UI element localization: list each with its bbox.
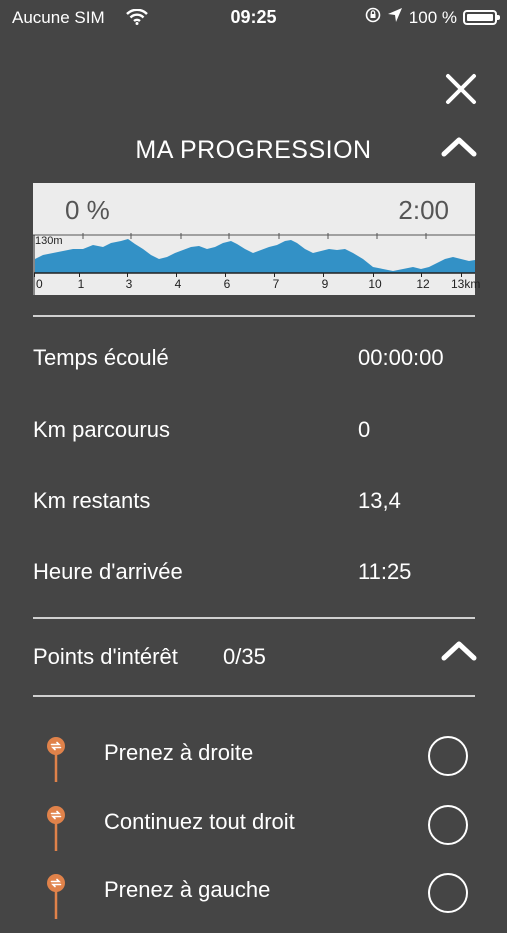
- km-remaining-value: 13,4: [358, 488, 401, 513]
- page-title: MA PROGRESSION: [135, 136, 372, 164]
- list-item[interactable]: Prenez à droite: [0, 736, 507, 796]
- x-tick-label: 0: [36, 277, 43, 291]
- x-tick-label: 9: [321, 277, 329, 291]
- x-tick-label: 4: [174, 277, 182, 291]
- x-axis-ticks: 0 1 3 4 6 7 9 10 12 13km: [33, 273, 480, 295]
- km-done-label: Km parcourus: [33, 417, 170, 442]
- poi-checkbox[interactable]: [428, 873, 468, 913]
- top-ticks: [82, 233, 427, 239]
- poi-label: Prenez à gauche: [104, 877, 271, 902]
- elevation-area: [35, 239, 475, 273]
- location-arrow-icon: [387, 7, 403, 28]
- arrival-time-value: 11:25: [358, 559, 412, 584]
- map-pin-icon: [47, 806, 65, 851]
- poi-checkbox[interactable]: [428, 805, 468, 845]
- km-done-value: 0: [358, 417, 371, 442]
- x-tick-mark: [34, 273, 35, 277]
- elevation-label: 130m: [35, 235, 63, 247]
- elevation-profile: 0 % 2:00 130m 0 1 3 4 6 7 9 10 12 13km: [33, 183, 480, 295]
- close-button[interactable]: [440, 70, 480, 110]
- arrival-time-label: Heure d'arrivée: [33, 559, 183, 584]
- list-item[interactable]: Prenez à gauche: [0, 873, 507, 933]
- battery-icon: [463, 10, 500, 25]
- x-tick-label: 10: [368, 277, 382, 291]
- list-item[interactable]: Continuez tout droit: [0, 805, 507, 865]
- close-icon: [446, 74, 476, 104]
- elapsed-time-label: Temps écoulé: [33, 345, 169, 370]
- chevron-up-icon: [441, 137, 477, 157]
- status-bar: Aucune SIM 09:25 100 %: [0, 0, 507, 36]
- x-tick-label: 6: [223, 277, 231, 291]
- divider: [33, 315, 475, 317]
- poi-count: 0/35: [223, 644, 266, 669]
- chevron-up-icon: [441, 641, 477, 661]
- x-tick-label: 13km: [451, 277, 481, 291]
- map-pin-icon: [47, 737, 65, 782]
- x-tick-label: 1: [77, 277, 85, 291]
- map-pin-icon: [47, 874, 65, 919]
- x-tick-label: 7: [272, 277, 280, 291]
- collapse-progress-button[interactable]: [439, 134, 479, 160]
- orientation-lock-icon: [365, 7, 381, 28]
- divider: [33, 617, 475, 619]
- km-remaining-label: Km restants: [33, 488, 151, 513]
- divider: [33, 695, 475, 697]
- collapse-poi-button[interactable]: [439, 638, 479, 664]
- x-tick-label: 3: [125, 277, 133, 291]
- battery-percent: 100 %: [408, 7, 457, 27]
- poi-label: Prenez à droite: [104, 740, 254, 765]
- poi-label: Continuez tout droit: [104, 809, 295, 834]
- x-tick-label: 12: [416, 277, 430, 291]
- poi-section-title: Points d'intérêt: [33, 644, 178, 669]
- elapsed-time-value: 00:00:00: [358, 345, 444, 370]
- poi-checkbox[interactable]: [428, 736, 468, 776]
